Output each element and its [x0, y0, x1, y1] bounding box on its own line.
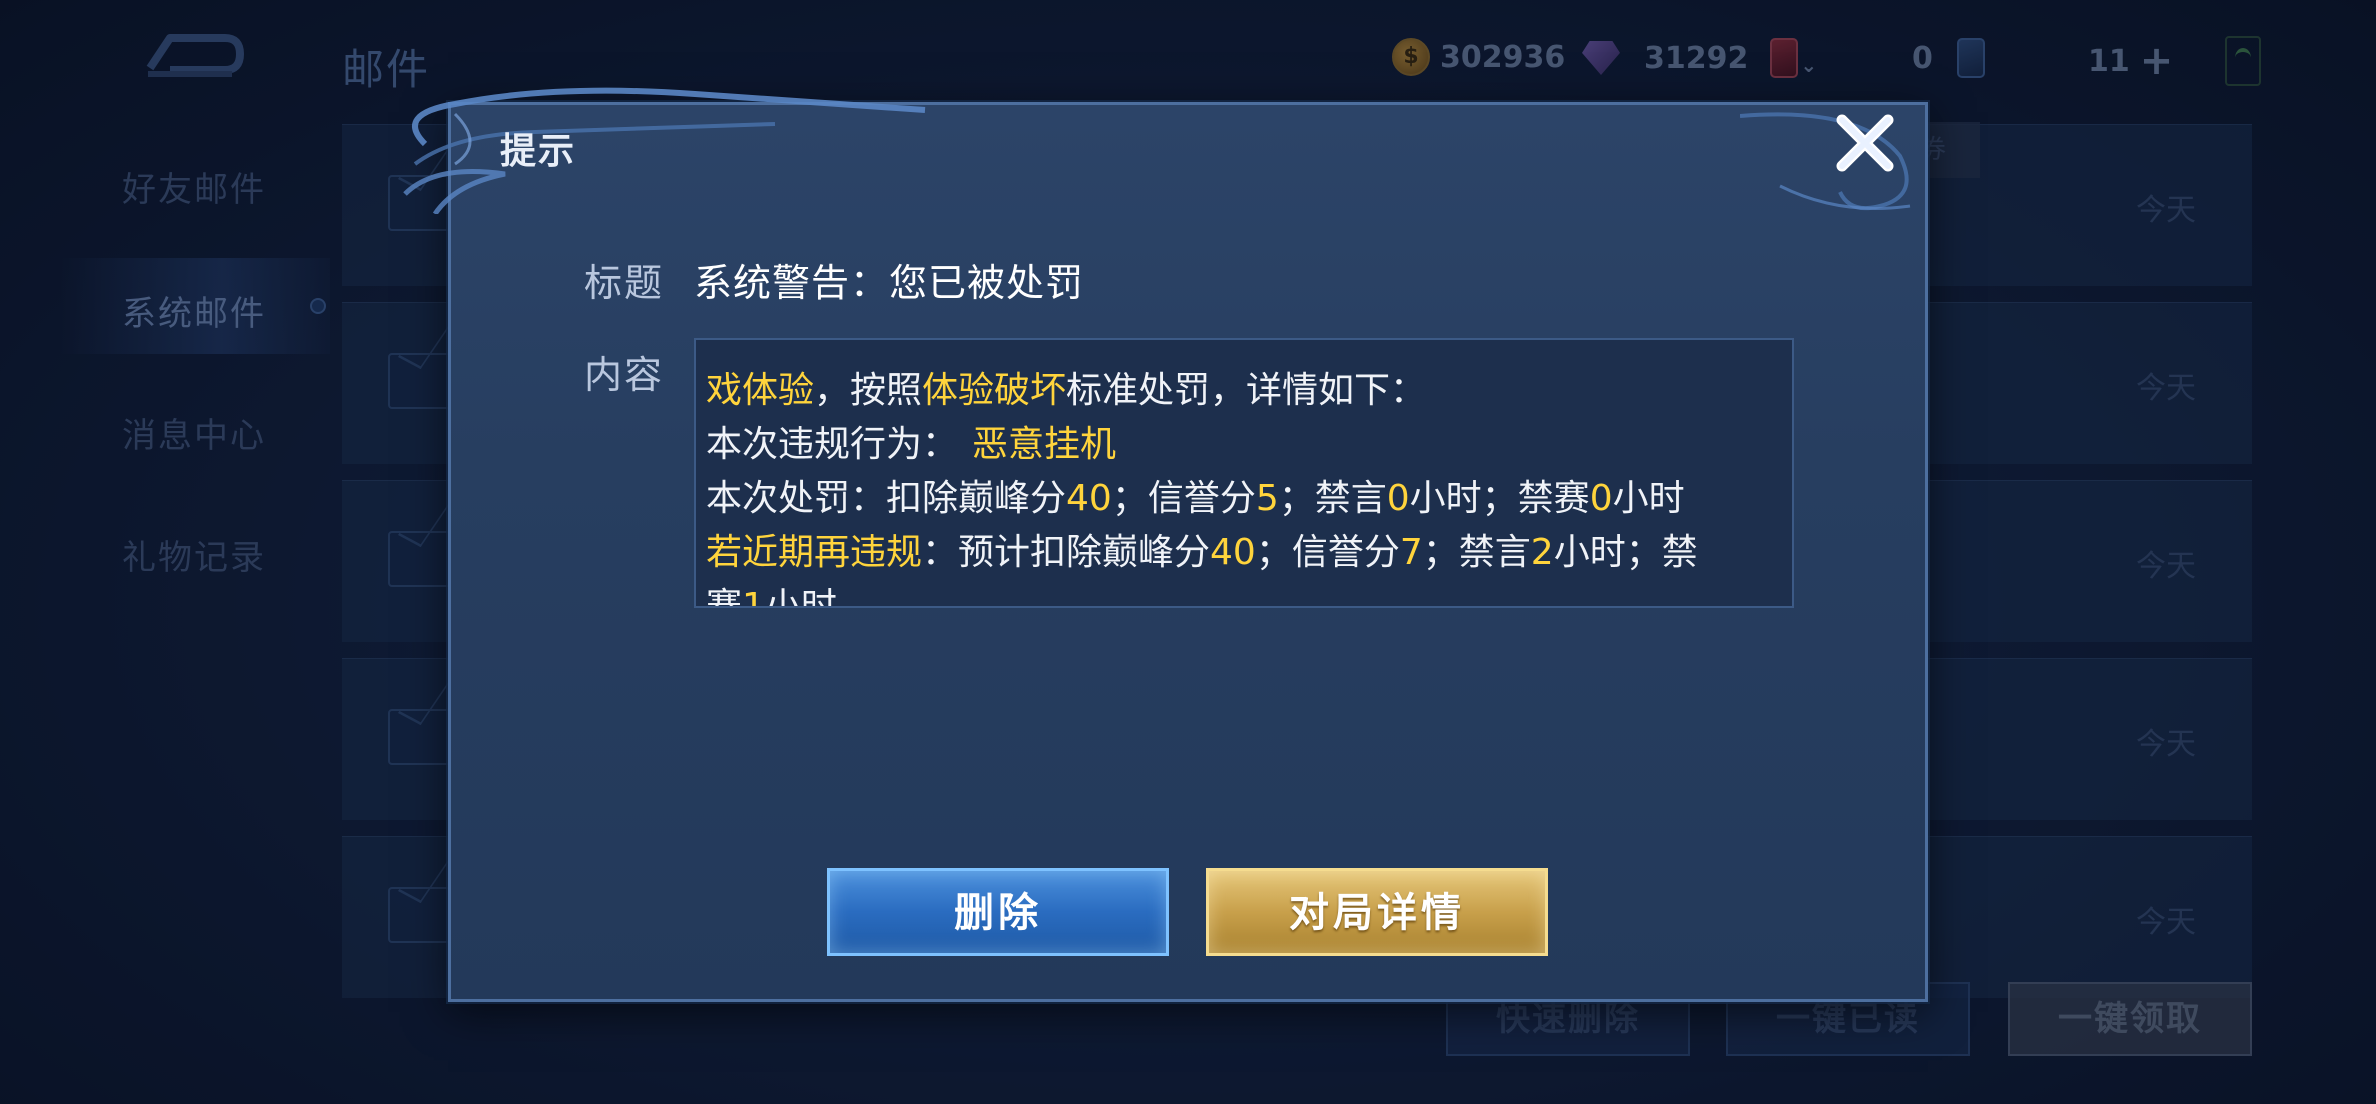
cloud-ornament-icon	[403, 87, 926, 214]
content-line: 戏体验，按照体验破坏标准处罚，详情如下：	[706, 370, 1427, 411]
subject-value: 系统警告：您已被处罚	[694, 261, 1085, 305]
dialog-title: 提示	[500, 131, 577, 172]
content-line: 赛1小时	[706, 586, 837, 608]
match-detail-button[interactable]: 对局详情	[1206, 868, 1548, 956]
content-line: 本次处罚：扣除巅峰分40；信誉分5；禁言0小时；禁赛0小时	[706, 478, 1685, 519]
delete-button[interactable]: 删除	[827, 868, 1169, 956]
game-mail-screen: 邮件 $ 302936 31292 ⌄ 0 11 + 好友邮件 系统邮件 消息中…	[0, 0, 2376, 1104]
close-icon[interactable]	[1832, 110, 1898, 176]
content-label: 内容	[584, 353, 665, 397]
content-line: 若近期再违规：预计扣除巅峰分40；信誉分7；禁言2小时；禁	[706, 532, 1698, 573]
content-line: 本次违规行为： 恶意挂机	[706, 424, 1117, 465]
content-scroll-area[interactable]: 戏体验，按照体验破坏标准处罚，详情如下： 本次违规行为： 恶意挂机 本次处罚：扣除…	[694, 338, 1794, 608]
subject-label: 标题	[584, 261, 665, 305]
